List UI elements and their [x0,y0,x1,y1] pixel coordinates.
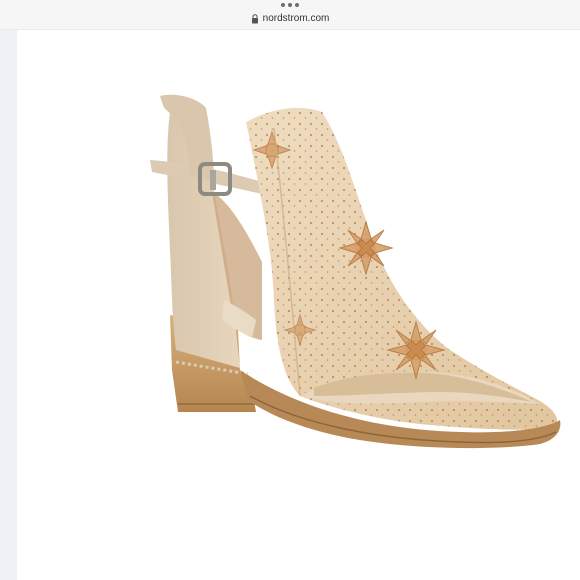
browser-address-bar: nordstrom.com [0,0,580,30]
lock-icon [251,13,258,23]
url-text: nordstrom.com [262,13,330,24]
more-dots-icon[interactable] [0,3,580,7]
left-gutter [0,30,17,580]
url-field[interactable]: nordstrom.com [0,13,580,24]
sandal-bootie-image [150,94,561,449]
